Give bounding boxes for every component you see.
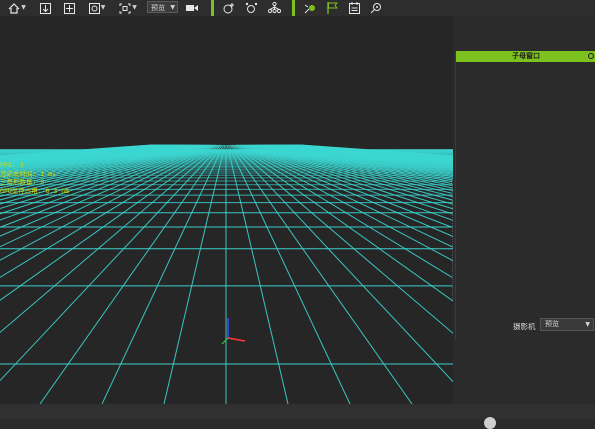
target-button[interactable] [369,1,383,15]
path-point-button[interactable] [302,1,318,15]
camera-label: 摄影机 [513,322,536,331]
frame-select-icon [119,3,131,13]
transform-button[interactable] [243,1,259,15]
hierarchy-icon [267,2,281,14]
ground-grid [0,16,453,404]
fps-stat: FPS: 3 [0,161,24,169]
properties-button[interactable] [347,1,361,15]
add-point-icon [223,3,234,14]
sky-area [0,16,453,144]
close-icon[interactable] [588,53,594,59]
chevron-down-icon: ▼ [585,321,590,328]
transform-icon [245,2,257,13]
path-point-icon [304,4,315,14]
render-time-stat: 渲染总时间: 1 ms [0,169,56,178]
grid-line [274,144,453,166]
camera-icon [186,5,198,11]
camera-select[interactable]: 预览 ▼ [540,318,594,331]
view-mode-icon [88,2,100,14]
axis-gizmo [221,318,246,345]
toolbar-divider [292,0,295,17]
render-stats-overlay: FPS: 3 渲染总时间: 1 ms 三角形数量: 0 GPU显存占用: 0.3 GB [0,161,69,195]
gpu-memory-stat: GPU显存占用: 0.3 GB [0,186,70,195]
grid-line [275,144,453,165]
grid-line [300,144,453,157]
toolbar-divider [211,0,214,17]
import-button[interactable] [38,1,52,15]
panel-resize-handle[interactable] [452,180,455,300]
import-icon [39,2,51,14]
view-mode-button[interactable]: ▼ [86,1,108,15]
chevron-down-icon: ▼ [21,4,26,11]
panel-header: 子母窗口 [456,51,595,62]
grid-line [281,144,453,162]
properties-icon [348,2,360,14]
main-toolbar: ▼ ▼ ▼ 预览 ▼ [0,0,595,17]
camera-button[interactable] [185,1,199,15]
grid-line [278,144,453,164]
chevron-down-icon: ▼ [132,4,137,11]
flag-icon [326,2,338,14]
grid-line [279,144,453,163]
grid-line [101,144,224,404]
grid-line [280,144,453,163]
add-point-button[interactable] [221,1,237,15]
bottom-bar [0,404,595,429]
preview-select-value: 预览 [151,4,165,12]
grid-line [233,144,453,302]
grid-line [235,144,453,262]
triangle-count-stat: 三角形数量: 0 [0,178,45,186]
panel-title: 子母窗口 [512,52,540,60]
frame-select-button[interactable]: ▼ [117,1,139,15]
camera-select-value: 预览 [545,320,559,328]
grid-line [299,144,453,157]
sub-window-panel: 子母窗口 摄影机 预览 ▼ [455,51,595,340]
grid-line [231,144,453,334]
chevron-down-icon: ▼ [100,4,106,11]
home-button[interactable]: ▼ [7,1,27,15]
preview-select[interactable]: 预览 ▼ [147,1,178,13]
grid-line [228,144,351,404]
fit-view-icon [63,2,75,14]
grid-line [276,144,453,164]
3d-viewport[interactable]: FPS: 3 渲染总时间: 1 ms 三角形数量: 0 GPU显存占用: 0.3 GB [0,16,453,404]
grid-line [292,144,453,159]
grid-line [273,144,453,166]
flag-button[interactable] [325,1,339,15]
target-icon [370,3,381,14]
fit-view-button[interactable] [62,1,76,15]
grid-line [230,144,453,383]
chevron-down-icon: ▼ [170,4,175,11]
home-icon [8,2,20,14]
hierarchy-button[interactable] [266,1,282,15]
